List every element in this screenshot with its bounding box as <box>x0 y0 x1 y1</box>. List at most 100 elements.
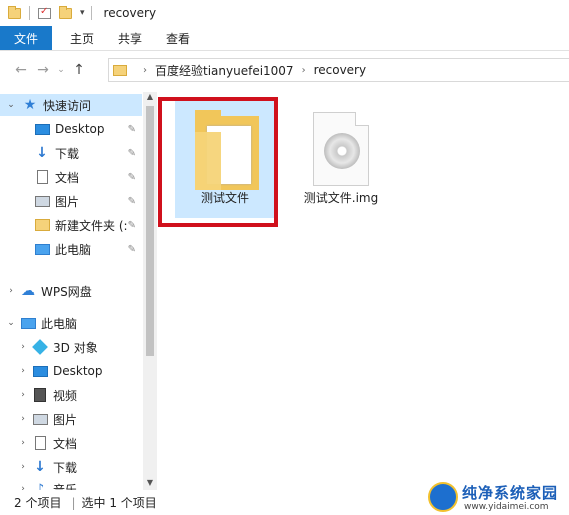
scroll-down-icon[interactable]: ▼ <box>143 478 157 490</box>
pin-icon: ✎ <box>127 123 136 135</box>
pictures-icon <box>32 413 48 425</box>
tab-home[interactable]: 主页 <box>58 26 106 50</box>
toolbar-divider <box>90 6 92 20</box>
sidebar-item-label: 下载 <box>53 460 78 475</box>
navigation-pane: ⌄ ★ 快速访问 Desktop ✎ ↓ 下载 ✎ 文档 ✎ 图片 ✎ 新建文件… <box>0 92 157 490</box>
title-bar: ▾ recovery <box>0 0 569 26</box>
pin-icon: ✎ <box>127 195 136 207</box>
pin-icon: ✎ <box>127 219 136 231</box>
sidebar-item-label: 音乐 <box>53 482 78 491</box>
folder-icon <box>113 64 127 76</box>
sidebar-item-quick-access[interactable]: ⌄ ★ 快速访问 <box>0 94 142 116</box>
toolbar-divider <box>29 6 30 20</box>
tab-view[interactable]: 查看 <box>154 26 202 50</box>
download-icon: ↓ <box>36 145 48 161</box>
logo-icon <box>428 482 458 512</box>
scroll-thumb[interactable] <box>146 106 154 356</box>
up-button[interactable]: ↑ <box>68 62 90 78</box>
sidebar-item-pictures[interactable]: 图片 ✎ <box>0 190 142 212</box>
sidebar-scrollbar[interactable]: ▲ ▼ <box>143 92 157 490</box>
ribbon-tabs: 文件 主页 共享 查看 <box>0 26 569 51</box>
sidebar-item-label: WPS网盘 <box>41 284 92 299</box>
sidebar-item-label: 快速访问 <box>43 98 92 113</box>
pin-icon: ✎ <box>127 171 136 183</box>
breadcrumb-current[interactable]: recovery <box>314 63 367 77</box>
sidebar-item-label: 图片 <box>53 412 78 427</box>
sidebar-item-music[interactable]: › ♪ 音乐 <box>0 478 142 491</box>
disc-image-icon <box>313 112 369 186</box>
sidebar-item-pc-documents[interactable]: › 文档 <box>0 432 142 454</box>
sidebar-item-label: 文档 <box>53 436 78 451</box>
sidebar-item-desktop[interactable]: Desktop ✎ <box>0 118 142 140</box>
sidebar-item-wps[interactable]: › ☁ WPS网盘 <box>0 280 142 302</box>
chevron-right-icon[interactable]: › <box>18 366 28 376</box>
sidebar-item-pc-pictures[interactable]: › 图片 <box>0 408 142 430</box>
scroll-up-icon[interactable]: ▲ <box>143 92 157 104</box>
desktop-icon <box>34 123 50 135</box>
selected-count: 选中 1 个项目 <box>81 496 157 510</box>
forward-button[interactable]: → <box>32 62 54 78</box>
computer-icon <box>20 317 36 329</box>
chevron-right-icon[interactable]: › <box>6 286 16 296</box>
back-button[interactable]: ← <box>10 62 32 78</box>
sidebar-item-label: 视频 <box>53 388 78 403</box>
sidebar-item-label: 此电脑 <box>55 242 92 257</box>
sidebar-item-downloads[interactable]: ↓ 下载 ✎ <box>0 142 142 164</box>
tab-file[interactable]: 文件 <box>0 26 52 50</box>
computer-icon <box>34 243 50 255</box>
pictures-icon <box>34 195 50 207</box>
sidebar-item-label: 文档 <box>55 170 80 185</box>
tab-share[interactable]: 共享 <box>106 26 154 50</box>
sidebar-item-videos[interactable]: › 视频 <box>0 384 142 406</box>
folder-icon <box>8 5 21 19</box>
sidebar-item-this-pc[interactable]: ⌄ 此电脑 <box>0 312 142 334</box>
chevron-down-icon[interactable]: ⌄ <box>6 100 16 110</box>
sidebar-item-label: 新建文件夹 (: <box>55 218 128 233</box>
chevron-right-icon[interactable]: › <box>18 462 28 472</box>
sidebar-item-label: 3D 对象 <box>53 340 98 355</box>
download-icon: ↓ <box>34 459 46 475</box>
new-folder-icon[interactable] <box>59 5 72 19</box>
recent-locations-button[interactable]: ⌄ <box>54 65 68 75</box>
star-icon: ★ <box>23 97 37 113</box>
3d-objects-icon <box>32 339 48 355</box>
pin-icon: ✎ <box>127 243 136 255</box>
sidebar-item-pc-downloads[interactable]: › ↓ 下载 <box>0 456 142 478</box>
sidebar-item-this-pc-quick[interactable]: 此电脑 ✎ <box>0 238 142 260</box>
watermark: 纯净系统家园 www.yidaimei.com <box>428 478 569 515</box>
cloud-icon: ☁ <box>21 283 35 299</box>
file-item-img[interactable]: 测试文件.img <box>291 98 391 218</box>
chevron-right-icon[interactable]: › <box>18 390 28 400</box>
sidebar-item-3d-objects[interactable]: › 3D 对象 <box>0 336 142 358</box>
chevron-right-icon[interactable]: › <box>302 65 306 76</box>
chevron-right-icon[interactable]: › <box>18 438 28 448</box>
watermark-url: www.yidaimei.com <box>464 502 549 512</box>
watermark-title: 纯净系统家园 <box>462 484 559 502</box>
sidebar-item-label: Desktop <box>53 364 103 378</box>
chevron-right-icon[interactable]: › <box>143 65 147 76</box>
chevron-right-icon[interactable]: › <box>18 342 28 352</box>
chevron-right-icon[interactable]: › <box>18 414 28 424</box>
file-name: 测试文件.img <box>303 191 379 205</box>
item-count: 2 个项目 <box>14 496 62 510</box>
sidebar-item-new-folder[interactable]: 新建文件夹 (: ✎ <box>0 214 142 236</box>
sidebar-item-pc-desktop[interactable]: › Desktop <box>0 360 142 382</box>
address-bar[interactable]: › 百度经验tianyuefei1007 › recovery <box>108 58 569 82</box>
chevron-down-icon[interactable]: ▾ <box>80 8 85 18</box>
navigation-bar: ← → ⌄ ↑ › 百度经验tianyuefei1007 › recovery <box>0 56 569 84</box>
properties-icon[interactable] <box>38 6 51 19</box>
video-icon <box>34 388 46 402</box>
document-icon <box>36 170 48 184</box>
sidebar-item-documents[interactable]: 文档 ✎ <box>0 166 142 188</box>
highlight-annotation <box>158 97 278 227</box>
music-icon: ♪ <box>35 481 45 491</box>
breadcrumb-parent[interactable]: 百度经验tianyuefei1007 <box>155 62 294 79</box>
window-title: recovery <box>103 6 157 20</box>
sidebar-item-label: 下载 <box>55 146 80 161</box>
status-divider: | <box>71 495 76 510</box>
chevron-down-icon[interactable]: ⌄ <box>6 318 16 328</box>
folder-icon <box>34 219 50 231</box>
document-icon <box>34 436 46 450</box>
sidebar-item-label: 此电脑 <box>41 316 78 331</box>
desktop-icon <box>32 365 48 377</box>
